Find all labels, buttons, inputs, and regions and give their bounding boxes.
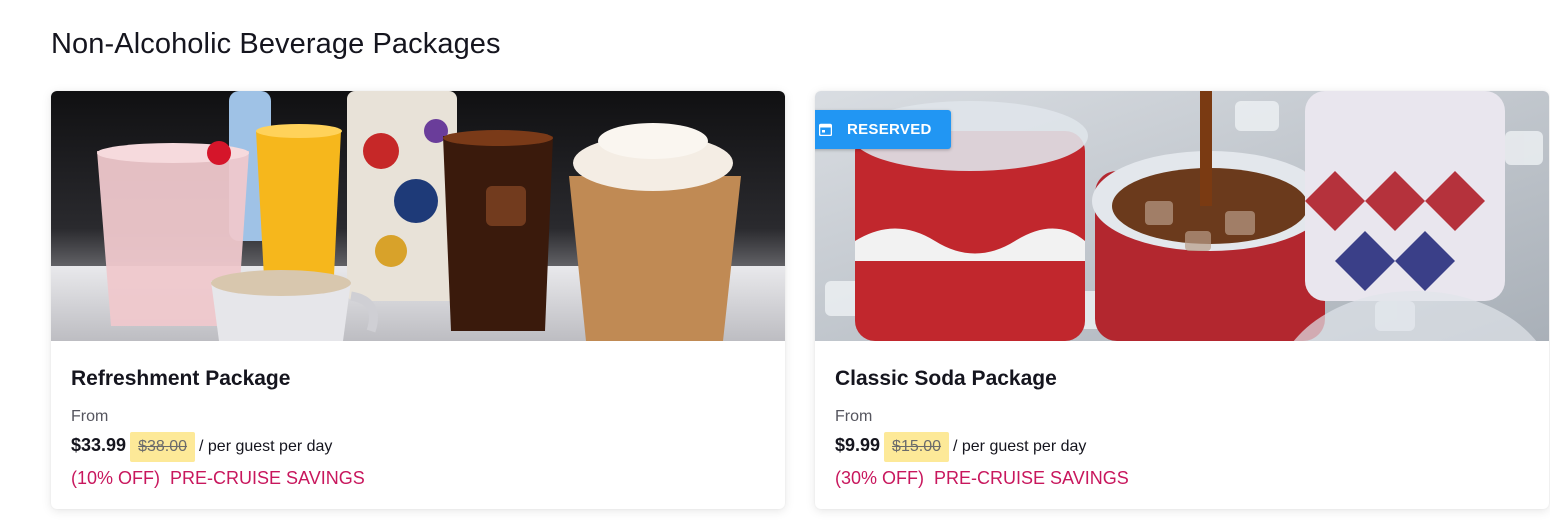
package-card-classic-soda[interactable]: RESERVED Classic Soda Package From $9.99…: [815, 91, 1549, 509]
from-label: From: [835, 408, 873, 425]
package-image-classic-soda[interactable]: RESERVED: [815, 91, 1549, 341]
package-name[interactable]: Refreshment Package: [71, 367, 765, 391]
price-unit: / per guest per day: [952, 438, 1087, 455]
original-price: $38.00: [130, 432, 195, 462]
savings-label: PRE-CRUISE SAVINGS: [934, 468, 1129, 488]
price-line: $9.99 $15.00 / per guest per day: [835, 432, 1529, 462]
package-card-refreshment[interactable]: Refreshment Package From $33.99 $38.00 /…: [51, 91, 785, 509]
discount-percent: (10% OFF): [71, 468, 161, 488]
discount-percent: (30% OFF): [835, 468, 925, 488]
original-price: $15.00: [884, 432, 949, 462]
section-title: Non-Alcoholic Beverage Packages: [51, 28, 501, 60]
calendar-icon: [819, 123, 832, 136]
price-line: $33.99 $38.00 / per guest per day: [71, 432, 765, 462]
reserved-badge: RESERVED: [815, 110, 951, 149]
sale-price: $33.99: [71, 435, 127, 455]
price-unit: / per guest per day: [199, 438, 333, 455]
package-image-refreshment[interactable]: [51, 91, 785, 341]
savings-line: (30% OFF) PRE-CRUISE SAVINGS: [835, 468, 1529, 489]
savings-line: (10% OFF) PRE-CRUISE SAVINGS: [71, 468, 765, 489]
package-name[interactable]: Classic Soda Package: [835, 367, 1529, 391]
sale-price: $9.99: [835, 435, 881, 455]
from-label: From: [71, 408, 109, 425]
savings-label: PRE-CRUISE SAVINGS: [170, 468, 365, 488]
reserved-label: RESERVED: [847, 121, 932, 138]
